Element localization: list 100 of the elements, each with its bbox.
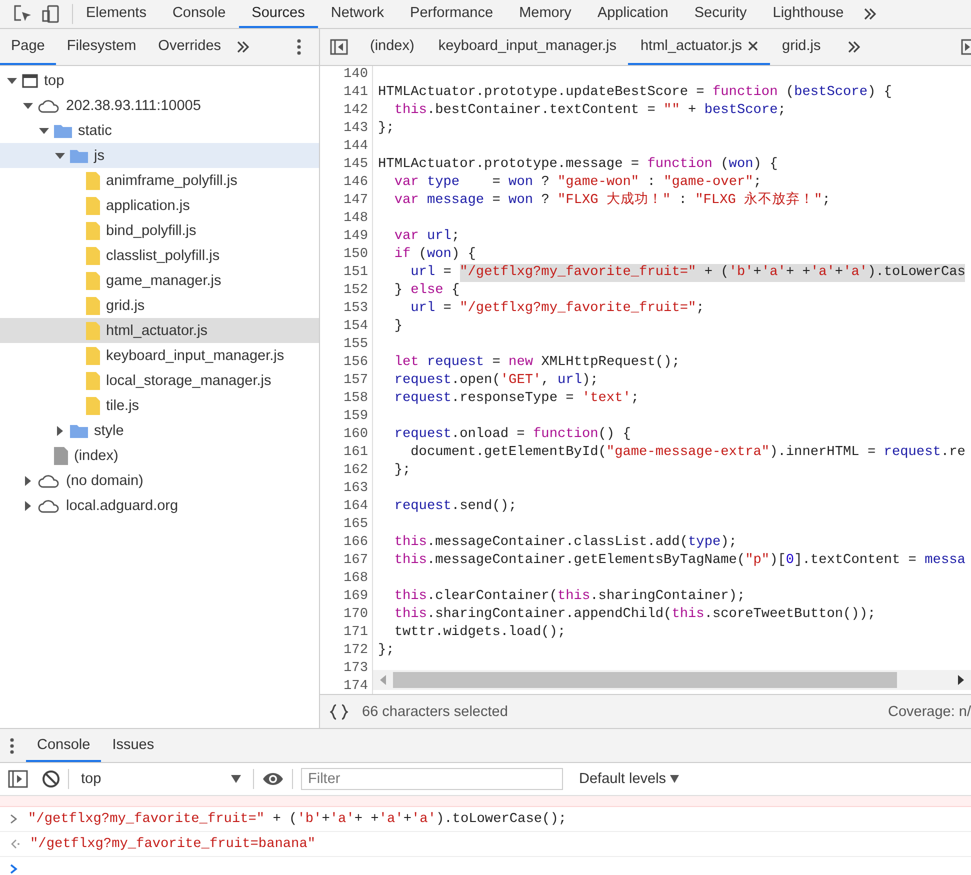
coverage-status: Coverage: n/	[888, 704, 971, 720]
code-line: request.send();	[393, 498, 517, 516]
caret-down-icon	[231, 775, 241, 783]
line-number: 164	[320, 498, 373, 516]
tree-item[interactable]: static	[0, 118, 319, 143]
code-line: };	[377, 642, 394, 660]
navigator-tab[interactable]: Overrides	[147, 29, 232, 65]
panel-tab[interactable]: Security	[681, 0, 760, 28]
panel-tab[interactable]: Performance	[397, 0, 506, 28]
tree-item[interactable]: js	[0, 143, 319, 168]
line-number: 152	[320, 282, 373, 300]
filter-field[interactable]: Filter	[301, 768, 563, 790]
tree-item[interactable]: grid.js	[0, 293, 319, 318]
file-tab[interactable]: keyboard_input_manager.js	[426, 29, 628, 65]
folder-icon	[54, 124, 72, 138]
return-arrow-icon	[10, 839, 20, 849]
file-tab[interactable]: (index)	[358, 29, 426, 65]
line-number: 155	[320, 336, 373, 354]
line-number: 166	[320, 534, 373, 552]
tree-item[interactable]: animframe_polyfill.js	[0, 168, 319, 193]
line-number: 163	[320, 480, 373, 498]
tree-item[interactable]: tile.js	[0, 393, 319, 418]
prompt-icon[interactable]	[10, 864, 18, 874]
tree-item[interactable]: bind_polyfill.js	[0, 218, 319, 243]
tree-item[interactable]: local_storage_manager.js	[0, 368, 319, 393]
code-line: };	[393, 462, 411, 480]
code-line: let request = new XMLHttpRequest();	[393, 354, 680, 372]
line-number: 144	[320, 138, 373, 156]
navigator-tab[interactable]: Page	[0, 29, 56, 65]
file-icon	[86, 272, 100, 290]
line-number: 141	[320, 84, 373, 102]
line-number: 161	[320, 444, 373, 462]
more-tabs-icon[interactable]	[846, 41, 861, 53]
panel-tab[interactable]: Memory	[506, 0, 584, 28]
line-number: 162	[320, 462, 373, 480]
tree-item[interactable]: keyboard_input_manager.js	[0, 343, 319, 368]
line-number: 165	[320, 516, 373, 534]
line-number: 158	[320, 390, 373, 408]
tree-item[interactable]: (no domain)	[0, 468, 319, 493]
code-line: url = "/getflxg?my_favorite_fruit=";	[410, 300, 704, 318]
pretty-print-icon[interactable]	[330, 704, 348, 720]
line-number: 160	[320, 426, 373, 444]
sidebar-toggle-icon[interactable]	[8, 770, 28, 788]
more-tabs-icon[interactable]	[862, 8, 877, 20]
navigator-tab[interactable]: Filesystem	[56, 29, 148, 65]
eye-icon[interactable]	[262, 772, 284, 786]
tree-item[interactable]: style	[0, 418, 319, 443]
code-line: this.sharingContainer.appendChild(this.scoreTweetButton());	[393, 606, 876, 624]
tree-item[interactable]: local.adguard.org	[0, 493, 319, 518]
console-result-text: "/getflxg?my_favorite_fruit=banana"	[30, 836, 316, 852]
scroll-right-icon[interactable]	[957, 675, 965, 685]
more-tabs-icon[interactable]	[236, 41, 250, 53]
file-tab[interactable]: grid.js	[770, 29, 833, 65]
code-line: request.open('GET', url);	[393, 372, 598, 390]
panel-tab[interactable]: Lighthouse	[760, 0, 857, 28]
code-line: HTMLActuator.prototype.message = function (won) {	[377, 156, 778, 174]
panel-tab[interactable]: Network	[318, 0, 398, 28]
tree-item[interactable]: html_actuator.js	[0, 318, 319, 343]
line-number: 157	[320, 372, 373, 390]
code-line: url = "/getflxg?my_favorite_fruit=" + ('b'+'a'+ +'a'+'a').toLowerCas	[410, 264, 966, 282]
more-options-icon[interactable]	[297, 39, 301, 55]
file-icon	[86, 372, 100, 390]
code-line: this.messageContainer.classList.add(type);	[393, 534, 737, 552]
tree-item[interactable]: 202.38.93.111:10005	[0, 93, 319, 118]
code-line: this.bestContainer.textContent = "" + bestScore;	[393, 102, 786, 120]
code-line: document.getElementById("game-message-extra").innerHTML = request.re	[410, 444, 966, 462]
line-number: 153	[320, 300, 373, 318]
panel-tab[interactable]: Elements	[73, 0, 160, 28]
line-number: 149	[320, 228, 373, 246]
levels-dropdown[interactable]: Default levels	[571, 771, 680, 787]
line-number: 167	[320, 552, 373, 570]
folder-icon	[70, 148, 88, 162]
drawer-tab[interactable]: Issues	[101, 729, 166, 762]
inspect-icon[interactable]	[14, 5, 32, 23]
line-number: 151	[320, 264, 373, 282]
file-tab[interactable]: html_actuator.js	[628, 29, 770, 65]
file-icon	[86, 246, 100, 264]
panel-tab[interactable]: Application	[584, 0, 682, 28]
drawer-tab[interactable]: Console	[26, 729, 102, 762]
context-select[interactable]: top	[77, 771, 245, 787]
tree-item[interactable]: classlist_polyfill.js	[0, 243, 319, 268]
device-icon[interactable]	[42, 5, 60, 23]
cloud-icon	[38, 474, 60, 488]
toggle-navigator-icon[interactable]	[330, 39, 348, 55]
drawer-menu-icon[interactable]	[10, 738, 14, 754]
selection-status: 66 characters selected	[362, 704, 508, 720]
panel-tab[interactable]: Console	[159, 0, 239, 28]
clear-console-icon[interactable]	[42, 770, 60, 788]
horizontal-scrollbar[interactable]	[373, 670, 971, 690]
tree-item[interactable]: application.js	[0, 193, 319, 218]
close-icon[interactable]	[748, 41, 758, 51]
line-number: 143	[320, 120, 373, 138]
toggle-debugger-icon[interactable]	[961, 39, 971, 55]
tree-item[interactable]: game_manager.js	[0, 268, 319, 293]
code-line: twttr.widgets.load();	[393, 624, 566, 642]
code-line: request.onload = function() {	[393, 426, 631, 444]
tree-item[interactable]: (index)	[0, 443, 319, 468]
line-number: 171	[320, 624, 373, 642]
tree-item[interactable]: top	[0, 68, 319, 93]
file-icon	[86, 346, 100, 364]
